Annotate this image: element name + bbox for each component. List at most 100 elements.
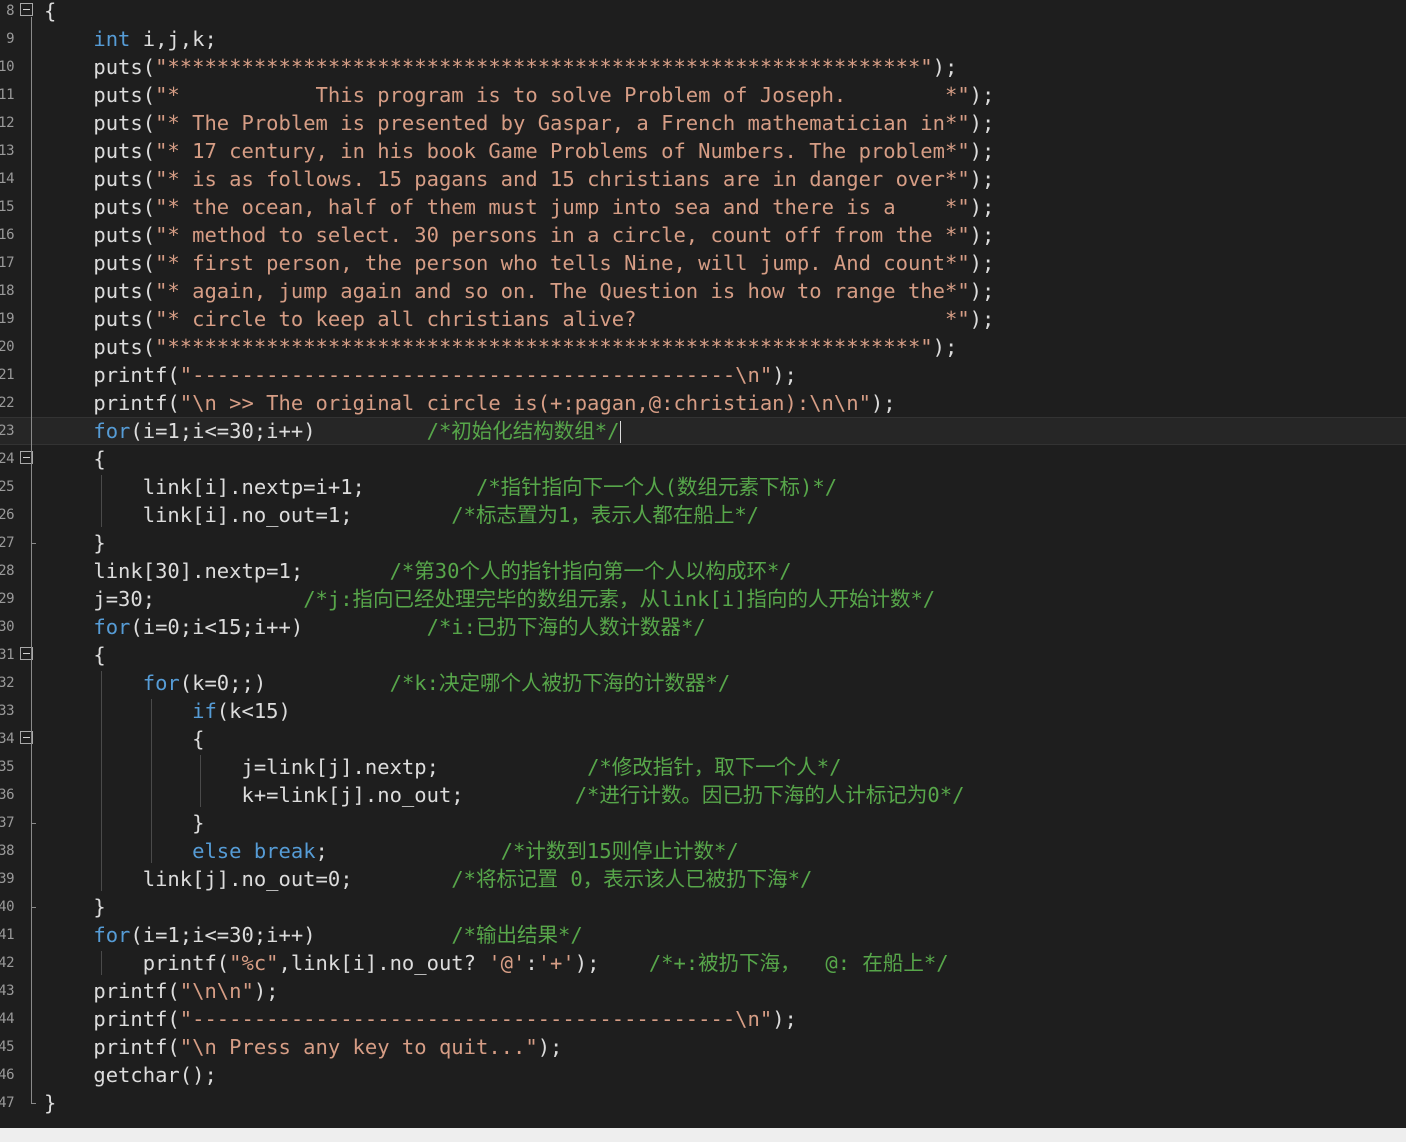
code-token: /*初始化结构数组*/ xyxy=(426,419,620,443)
code-line[interactable]: 37 } xyxy=(0,809,1406,837)
code-text: } xyxy=(44,529,106,557)
code-line[interactable]: 22 printf("\n >> The original circle is(… xyxy=(0,389,1406,417)
code-line[interactable]: 45 printf("\n Press any key to quit...")… xyxy=(0,1033,1406,1061)
current-code-line[interactable]: 23 for(i=1;i<=30;i++) /*初始化结构数组*/ xyxy=(0,417,1406,445)
code-text: printf("--------------------------------… xyxy=(44,361,797,389)
code-token: "* The Problem is presented by Gaspar, a… xyxy=(155,111,970,135)
code-line[interactable]: 36 k+=link[j].no_out; /*进行计数。因已扔下海的人计标记为… xyxy=(0,781,1406,809)
code-line[interactable]: 28 link[30].nextp=1; /*第30个人的指针指向第一个人以构成… xyxy=(0,557,1406,585)
line-number: 26 xyxy=(0,507,15,523)
code-line[interactable]: 17 puts("* first person, the person who … xyxy=(0,249,1406,277)
code-token: puts( xyxy=(44,335,156,359)
code-token: for xyxy=(93,419,131,443)
code-text: { xyxy=(44,641,105,669)
code-token: "\n\n" xyxy=(179,979,254,1003)
code-line[interactable]: 13 puts("* 17 century, in his book Game … xyxy=(0,137,1406,165)
outline-guide-end xyxy=(31,1103,36,1104)
code-line[interactable]: 11 puts("* This program is to solve Prob… xyxy=(0,81,1406,109)
code-line[interactable]: 8{ xyxy=(0,0,1406,25)
code-line[interactable]: 44 printf("-----------------------------… xyxy=(0,1005,1406,1033)
line-number: 46 xyxy=(0,1067,15,1083)
line-number: 15 xyxy=(0,199,15,215)
code-token: ); xyxy=(574,951,649,975)
code-line[interactable]: 27 } xyxy=(0,529,1406,557)
code-token: "***************************************… xyxy=(155,335,933,359)
code-token: /*指针指向下一个人(数组元素下标)*/ xyxy=(475,475,838,499)
code-line[interactable]: 31 { xyxy=(0,641,1406,669)
code-line[interactable]: 21 printf("-----------------------------… xyxy=(0,361,1406,389)
code-line[interactable]: 29 j=30; /*j:指向已经处理完毕的数组元素，从link[i]指向的人开… xyxy=(0,585,1406,613)
code-token: /*+:被扔下海， @: 在船上*/ xyxy=(648,951,949,975)
code-token: /*j:指向已经处理完毕的数组元素，从link[i]指向的人开始计数*/ xyxy=(303,587,936,611)
code-text: int i,j,k; xyxy=(44,25,216,53)
code-token: ); xyxy=(969,139,995,163)
code-token: "---------------------------------------… xyxy=(179,363,773,387)
code-line[interactable]: 14 puts("* is as follows. 15 pagans and … xyxy=(0,165,1406,193)
line-number: 19 xyxy=(0,311,15,327)
code-line[interactable]: 12 puts("* The Problem is presented by G… xyxy=(0,109,1406,137)
code-line[interactable]: 41 for(i=1;i<=30;i++) /*输出结果*/ xyxy=(0,921,1406,949)
horizontal-scrollbar-track[interactable] xyxy=(0,1128,1406,1142)
code-token: /*i:已扔下海的人数计数器*/ xyxy=(426,615,706,639)
code-text: puts("* method to select. 30 persons in … xyxy=(44,221,994,249)
code-text: getchar(); xyxy=(44,1061,216,1089)
code-line[interactable]: 25 link[i].nextp=i+1; /*指针指向下一个人(数组元素下标)… xyxy=(0,473,1406,501)
code-line[interactable]: 10 puts("*******************************… xyxy=(0,53,1406,81)
code-line[interactable]: 18 puts("* again, jump again and so on. … xyxy=(0,277,1406,305)
code-line[interactable]: 38 else break; /*计数到15则停止计数*/ xyxy=(0,837,1406,865)
code-token: /*k:决定哪个人被扔下海的计数器*/ xyxy=(389,671,731,695)
code-line[interactable]: 42 printf("%c",link[i].no_out? '@':'+');… xyxy=(0,949,1406,977)
code-line[interactable]: 35 j=link[j].nextp; /*修改指针，取下一个人*/ xyxy=(0,753,1406,781)
code-text: } xyxy=(44,1089,56,1117)
code-token: printf( xyxy=(44,391,180,415)
code-line[interactable]: 20 puts("*******************************… xyxy=(0,333,1406,361)
code-line[interactable]: 16 puts("* method to select. 30 persons … xyxy=(0,221,1406,249)
indent-guide xyxy=(101,475,103,527)
line-number: 38 xyxy=(0,843,15,859)
code-line[interactable]: 47} xyxy=(0,1089,1406,1117)
code-editor[interactable]: 8{9 int i,j,k; 10 puts("*****************… xyxy=(0,0,1406,1128)
code-text: for(k=0;;) /*k:决定哪个人被扔下海的计数器*/ xyxy=(44,669,730,697)
outline-guide xyxy=(31,17,32,1103)
code-line[interactable]: 40 } xyxy=(0,893,1406,921)
line-number: 31 xyxy=(0,647,15,663)
collapse-icon[interactable] xyxy=(20,3,33,16)
code-token: link[i].nextp=i+1; xyxy=(44,475,476,499)
code-line[interactable]: 19 puts("* circle to keep all christians… xyxy=(0,305,1406,333)
code-token: { xyxy=(192,727,205,751)
outline-guide-end xyxy=(31,823,36,824)
code-line[interactable]: 30 for(i=0;i<15;i++) /*i:已扔下海的人数计数器*/ xyxy=(0,613,1406,641)
code-token: ); xyxy=(969,167,995,191)
line-number: 29 xyxy=(0,591,15,607)
line-number: 30 xyxy=(0,619,15,635)
code-line[interactable]: 24 { xyxy=(0,445,1406,473)
code-line[interactable]: 34 { xyxy=(0,725,1406,753)
code-token: "%c" xyxy=(229,951,279,975)
indent-guide xyxy=(101,951,103,975)
code-text: link[30].nextp=1; /*第30个人的指针指向第一个人以构成环*/ xyxy=(44,557,791,585)
code-token: puts( xyxy=(44,307,156,331)
line-number: 11 xyxy=(0,87,15,103)
code-line[interactable]: 46 getchar(); xyxy=(0,1061,1406,1089)
code-token: j=30; xyxy=(44,587,304,611)
code-line[interactable]: 33 if(k<15) xyxy=(0,697,1406,725)
code-line[interactable]: 32 for(k=0;;) /*k:决定哪个人被扔下海的计数器*/ xyxy=(0,669,1406,697)
code-token: ); xyxy=(537,1035,563,1059)
code-token: puts( xyxy=(44,55,156,79)
code-line[interactable]: 15 puts("* the ocean, half of them must … xyxy=(0,193,1406,221)
code-line[interactable]: 9 int i,j,k; xyxy=(0,25,1406,53)
code-token: '@' xyxy=(488,951,526,975)
line-number: 40 xyxy=(0,899,15,915)
code-token: puts( xyxy=(44,111,156,135)
code-text: for(i=1;i<=30;i++) /*输出结果*/ xyxy=(44,921,582,949)
code-line[interactable]: 39 link[j].no_out=0; /*将标记置 0，表示该人已被扔下海*… xyxy=(0,865,1406,893)
code-token: } xyxy=(93,531,106,555)
code-text: j=30; /*j:指向已经处理完毕的数组元素，从link[i]指向的人开始计数… xyxy=(44,585,935,613)
code-line[interactable]: 43 printf("\n\n"); xyxy=(0,977,1406,1005)
code-line[interactable]: 26 link[i].no_out=1; /*标志置为1，表示人都在船上*/ xyxy=(0,501,1406,529)
